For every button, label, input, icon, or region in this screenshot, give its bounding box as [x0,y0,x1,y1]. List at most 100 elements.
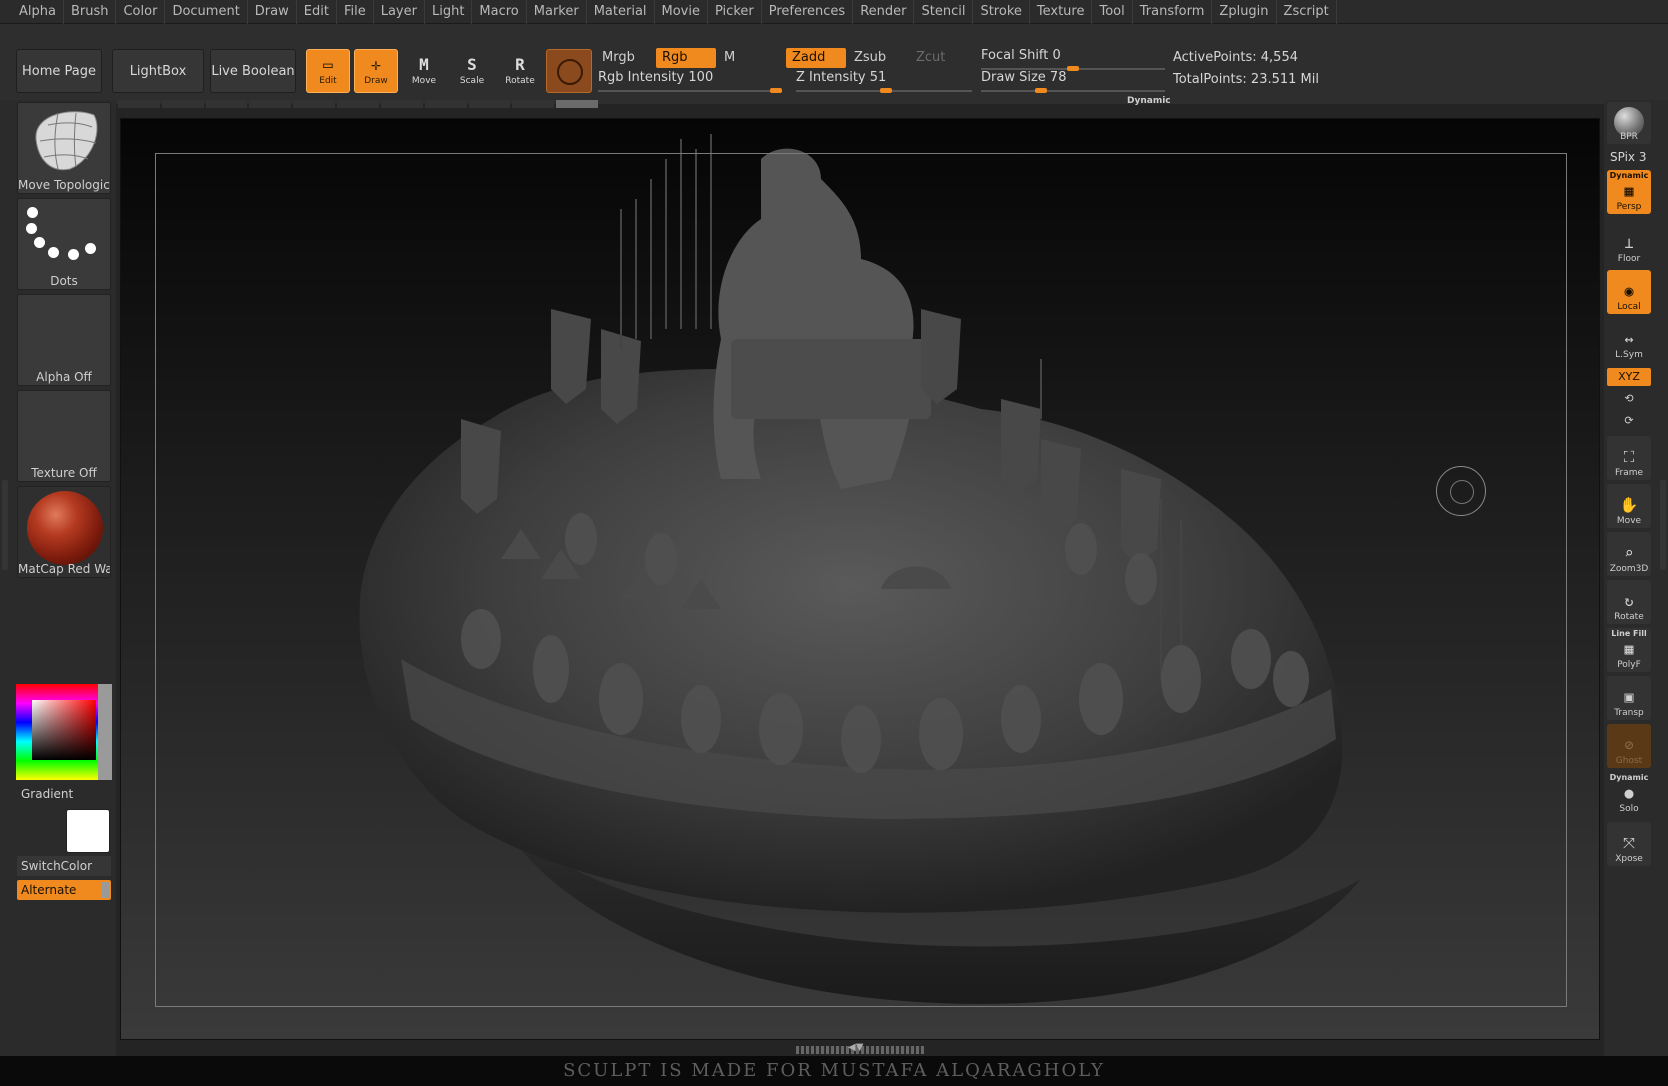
edit-button[interactable]: ▭ Edit [306,49,350,93]
solo-icon: ● [1624,784,1634,802]
stroke-selector[interactable]: Dots [17,198,111,290]
spix-slider[interactable]: SPix 3 [1610,150,1646,164]
rotate-y-icon[interactable]: ⟲ [1607,390,1651,408]
rotate-z-icon[interactable]: ⟳ [1607,412,1651,430]
rgb-intensity-slider[interactable]: Rgb Intensity 100 [598,70,713,85]
move-view-button[interactable]: ✋ Move [1607,484,1651,528]
home-page-button[interactable]: Home Page [16,49,102,93]
focal-shift-knob[interactable] [1067,66,1079,71]
tray-arrows-icon[interactable]: ◀▼ [848,1042,863,1053]
menu-stencil[interactable]: Stencil [914,0,974,24]
zcut-toggle[interactable]: Zcut [910,48,970,68]
texture-selector[interactable]: Texture Off [17,390,111,482]
local-button[interactable]: ◉ Local [1607,270,1651,314]
menu-color[interactable]: Color [116,0,166,24]
live-boolean-button[interactable]: Live Boolean [210,49,296,93]
focal-shift-slider[interactable]: Focal Shift 0 [981,48,1061,63]
xyz-toggle[interactable]: XYZ [1607,368,1651,386]
menu-zplugin[interactable]: Zplugin [1212,0,1277,24]
brush-selector[interactable]: Move Topological [17,102,111,194]
menu-tool[interactable]: Tool [1092,0,1133,24]
zoom3d-label: Zoom3D [1609,564,1649,574]
rgb-intensity-label: Rgb Intensity [598,70,685,85]
solo-label: Solo [1619,804,1639,814]
draw-button[interactable]: ✛ Draw [354,49,398,93]
canvas-viewport[interactable] [120,118,1600,1040]
rotate-tool-button[interactable]: R Rotate [498,49,542,93]
rgb-intensity-knob[interactable] [770,88,782,93]
mrgb-toggle[interactable]: Mrgb [596,48,654,68]
rotate-view-icon: ↻ [1624,592,1634,610]
menu-document[interactable]: Document [165,0,248,24]
menu-edit[interactable]: Edit [297,0,337,24]
gradient-label[interactable]: Gradient [21,787,73,801]
rotate-view-button[interactable]: ↻ Rotate [1607,580,1651,624]
move-tool-button[interactable]: M Move [402,49,446,93]
bpr-button[interactable]: BPR [1607,102,1651,144]
menu-macro[interactable]: Macro [472,0,527,24]
lightbox-button[interactable]: LightBox [112,49,204,93]
transparency-icon: ▣ [1624,688,1634,706]
alternate-toggle[interactable]: Alternate [17,880,111,900]
zoom3d-button[interactable]: ⌕ Zoom3D [1607,532,1651,576]
menu-movie[interactable]: Movie [655,0,708,24]
transp-button[interactable]: ▣ Transp [1607,676,1651,720]
zsub-toggle[interactable]: Zsub [848,48,908,68]
palette-tab-strip[interactable] [118,100,598,110]
floor-button[interactable]: ⊥ Floor [1607,222,1651,266]
menu-stroke[interactable]: Stroke [973,0,1030,24]
ghost-label: Ghost [1615,756,1643,766]
polyf-label: PolyF [1617,660,1641,670]
material-label: MatCap Red Wax [18,562,110,576]
menu-transform[interactable]: Transform [1133,0,1213,24]
menu-alpha[interactable]: Alpha [12,0,64,24]
rotate-view-label: Rotate [1614,612,1644,622]
solo-button[interactable]: Dynamic ● Solo [1607,772,1651,816]
ghost-button[interactable]: ⊘ Ghost [1607,724,1651,768]
menu-picker[interactable]: Picker [708,0,762,24]
polyf-button[interactable]: Line Fill ▦ PolyF [1607,628,1651,672]
rgb-toggle[interactable]: Rgb [656,48,716,68]
right-collapse-handle[interactable] [1660,480,1666,570]
persp-button[interactable]: Dynamic ▦ Persp [1607,170,1651,214]
left-collapse-handle[interactable] [2,480,8,570]
scale-tool-button[interactable]: S Scale [450,49,494,93]
rotate-icon: R [515,55,525,74]
alpha-label: Alpha Off [36,370,92,384]
menu-file[interactable]: File [337,0,374,24]
rgb-intensity-track[interactable] [598,90,782,92]
menu-zscript[interactable]: Zscript [1277,0,1337,24]
material-swatch[interactable] [546,49,592,93]
zadd-toggle[interactable]: Zadd [786,48,846,68]
color-picker[interactable] [16,684,112,780]
lsym-button[interactable]: ↔ L.Sym [1607,318,1651,362]
menu-texture[interactable]: Texture [1030,0,1093,24]
m-toggle[interactable]: M [718,48,778,68]
z-intensity-knob[interactable] [879,88,892,93]
dynamic-size-toggle[interactable]: Dynamic [1127,96,1171,106]
draw-size-slider[interactable]: Draw Size 78 [981,70,1066,85]
ghost-icon: ⊘ [1624,736,1634,754]
hand-icon: ✋ [1619,496,1639,514]
main-color-swatch[interactable] [66,809,110,853]
stroke-label: Dots [50,274,78,288]
secondary-color-strip[interactable] [98,684,112,780]
frame-button[interactable]: ⛶ Frame [1607,436,1651,480]
draw-size-knob[interactable] [1034,88,1047,93]
switch-color-button[interactable]: SwitchColor [17,856,111,876]
menu-marker[interactable]: Marker [527,0,587,24]
menu-draw[interactable]: Draw [248,0,297,24]
menu-layer[interactable]: Layer [374,0,425,24]
alpha-selector[interactable]: Alpha Off [17,294,111,386]
xpose-button[interactable]: ⤧ Xpose [1607,822,1651,866]
menu-preferences[interactable]: Preferences [762,0,854,24]
rotate-label: Rotate [505,76,535,86]
menu-material[interactable]: Material [587,0,655,24]
menu-light[interactable]: Light [425,0,473,24]
menu-brush[interactable]: Brush [64,0,117,24]
z-intensity-slider[interactable]: Z Intensity 51 [796,70,886,85]
menu-render[interactable]: Render [853,0,915,24]
color-saturation-square[interactable] [32,700,96,760]
material-selector[interactable]: MatCap Red Wax [17,486,111,578]
draw-size-track[interactable] [981,90,1165,92]
